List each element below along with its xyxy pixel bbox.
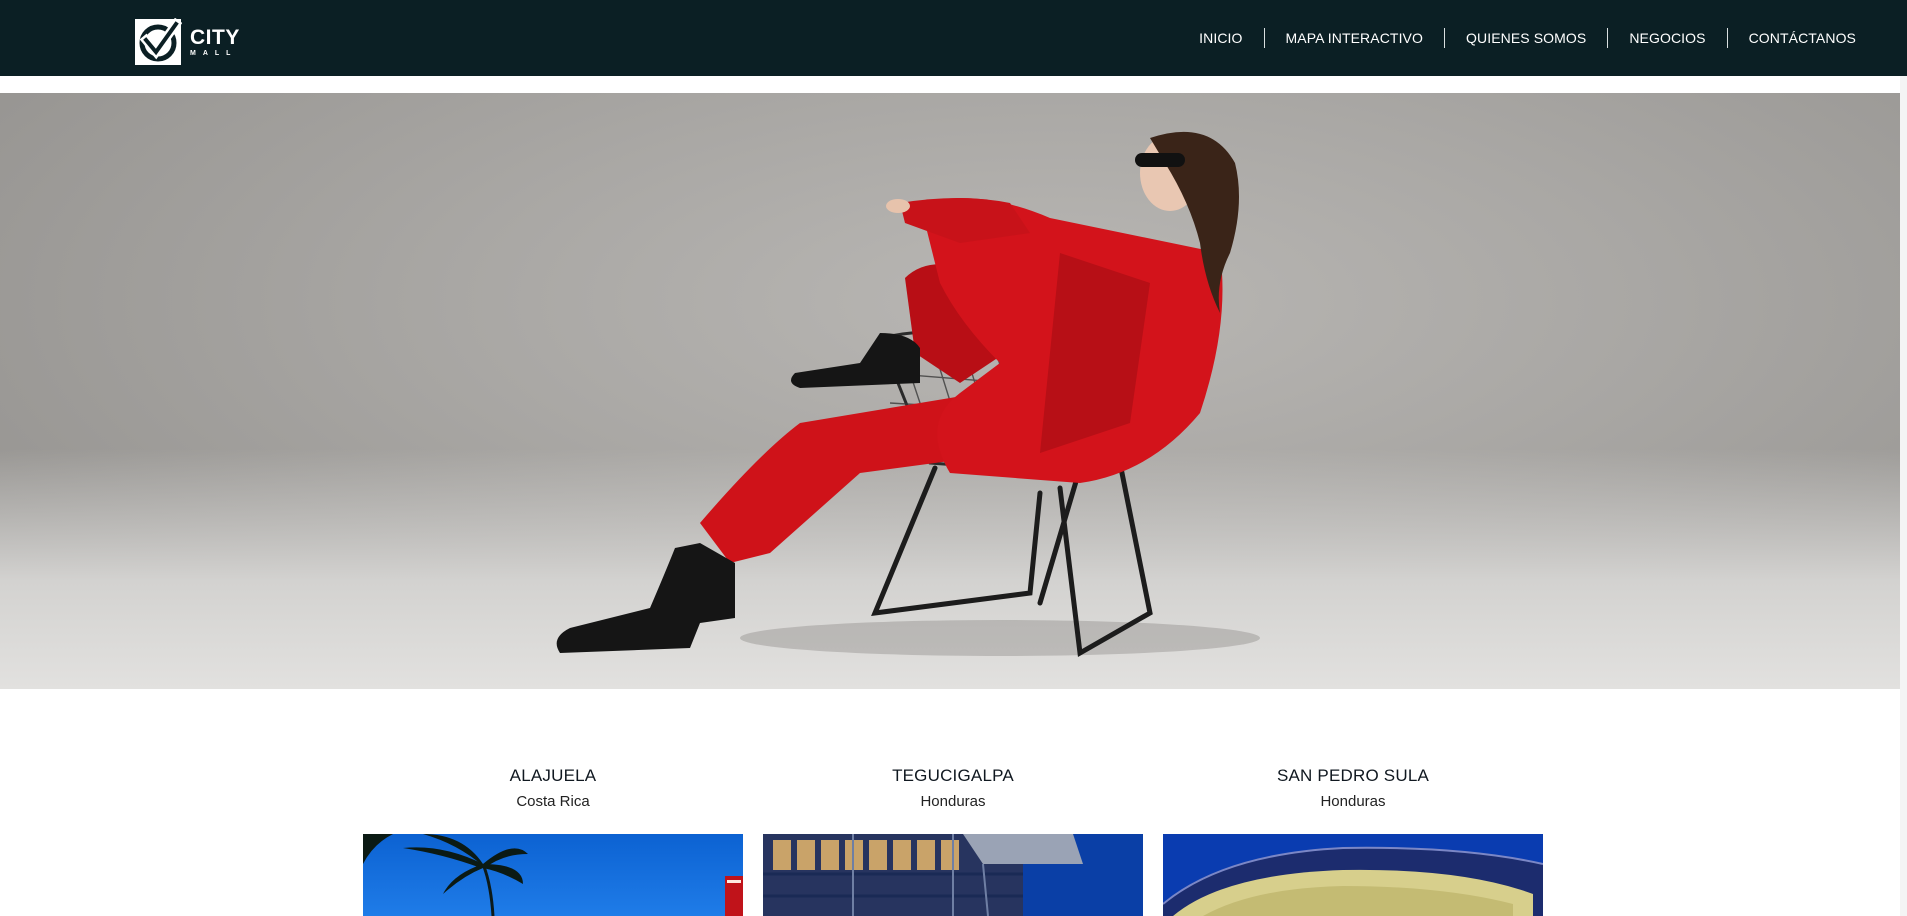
logo-word: CITY [190,26,240,49]
location-card-san-pedro-sula[interactable]: SAN PEDRO SULA Honduras [1163,766,1543,916]
location-image-san-pedro-sula[interactable] [1163,834,1543,916]
location-country: Honduras [1320,793,1386,810]
nav-inicio[interactable]: INICIO [1178,30,1263,46]
location-name: TEGUCIGALPA [892,766,1014,785]
alajuela-photo-icon [363,834,743,916]
page: CITY MALL INICIO MAPA INTERACTIVO QUIENE… [0,0,1907,916]
hero-banner [0,93,1907,689]
location-image-tegucigalpa[interactable] [763,834,1143,916]
city-mall-logo-icon [135,18,182,65]
nav-negocios[interactable]: NEGOCIOS [1608,30,1726,46]
locations-section: ALAJUELA Costa Rica TEGUCIGALPA Honduras… [363,766,1544,916]
san-pedro-sula-photo-icon [1163,834,1543,916]
location-card-alajuela[interactable]: ALAJUELA Costa Rica [363,766,743,916]
location-name: SAN PEDRO SULA [1276,766,1430,785]
site-header: CITY MALL INICIO MAPA INTERACTIVO QUIENE… [0,0,1907,76]
main-nav: INICIO MAPA INTERACTIVO QUIENES SOMOS NE… [1178,0,1877,76]
location-card-tegucigalpa[interactable]: TEGUCIGALPA Honduras [763,766,1143,916]
nav-quienes-somos[interactable]: QUIENES SOMOS [1445,30,1607,46]
location-image-alajuela[interactable] [363,834,743,916]
hero-model-illustration [556,131,1260,658]
logo-wordmark: CITY MALL [190,27,240,57]
location-country: Honduras [920,793,986,810]
logo-sub: MALL [190,50,238,57]
nav-contactanos[interactable]: CONTÁCTANOS [1728,30,1877,46]
logo-link[interactable]: CITY MALL [134,18,240,66]
location-name: ALAJUELA [509,766,597,785]
tegucigalpa-photo-icon [763,834,1143,916]
nav-mapa-interactivo[interactable]: MAPA INTERACTIVO [1265,30,1444,46]
location-country: Costa Rica [516,793,590,810]
scrollbar-track[interactable] [1900,76,1907,916]
